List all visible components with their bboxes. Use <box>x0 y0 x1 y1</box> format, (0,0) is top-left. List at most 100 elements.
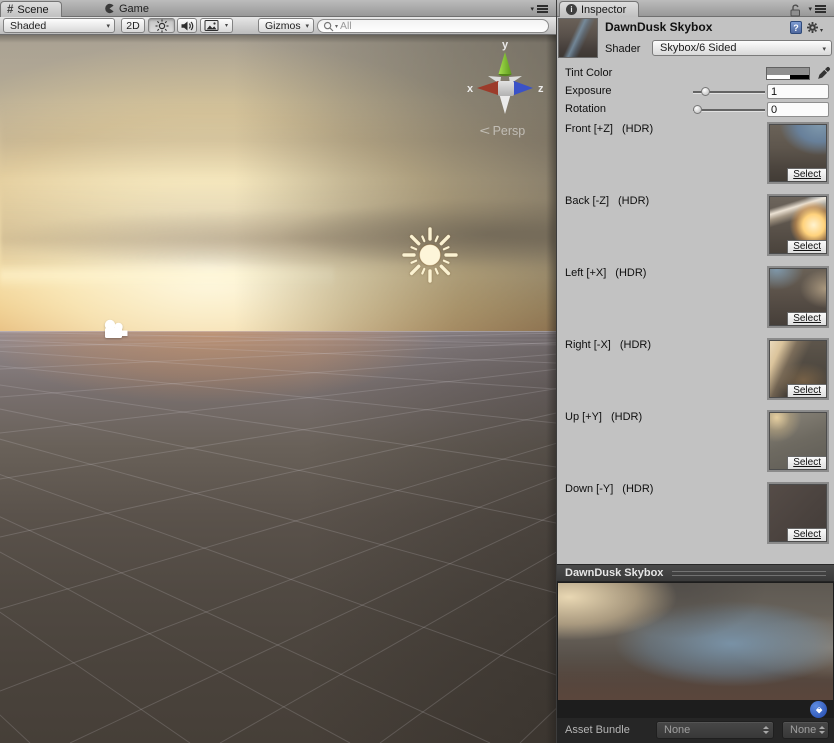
select-button[interactable]: Select <box>787 456 826 469</box>
slot-label: Up [+Y] <box>565 411 602 423</box>
hdr-tag: (HDR) <box>618 195 649 207</box>
chevron-down-icon: ▾ <box>822 45 826 53</box>
tab-scene-label: Scene <box>17 4 48 16</box>
hdr-tag: (HDR) <box>615 267 646 279</box>
projection-toggle[interactable]: < Persp <box>481 123 525 138</box>
hdr-tag: (HDR) <box>622 483 653 495</box>
axis-z-label: z <box>538 83 544 95</box>
select-button[interactable]: Select <box>787 528 826 541</box>
slider-knob[interactable] <box>701 87 710 96</box>
slider-knob[interactable] <box>693 105 702 114</box>
texture-field-down[interactable]: Select <box>767 482 829 544</box>
lock-icon[interactable] <box>788 3 802 22</box>
rotation-label: Rotation <box>565 103 606 115</box>
scene-grid-icon: # <box>7 4 13 16</box>
lighting-toggle[interactable] <box>148 18 175 33</box>
hamburger-menu-icon <box>815 5 826 13</box>
inspector-panel-menu[interactable]: ▾ <box>808 5 826 13</box>
rotation-field[interactable] <box>767 102 829 117</box>
rotation-row: Rotation <box>565 102 829 118</box>
gizmos-dropdown[interactable]: Gizmos ▾ <box>258 18 314 33</box>
asset-labels-button[interactable] <box>810 701 827 718</box>
material-preview-thumbnail[interactable] <box>558 18 598 58</box>
help-icon[interactable]: ? <box>790 21 802 34</box>
directional-light-gizmo[interactable] <box>402 227 458 283</box>
select-button[interactable]: Select <box>787 168 826 181</box>
hamburger-menu-icon <box>537 5 548 13</box>
chevron-down-icon: ▾ <box>820 27 823 34</box>
preview-drag-handle-icon[interactable] <box>672 571 826 576</box>
orientation-gizmo[interactable]: y x z <box>459 38 547 120</box>
hdr-tag: (HDR) <box>611 411 642 423</box>
hdr-tag: (HDR) <box>620 339 651 351</box>
select-button[interactable]: Select <box>787 240 826 253</box>
axis-z-cone[interactable] <box>514 81 533 95</box>
camera-gizmo[interactable] <box>100 317 132 343</box>
rotation-slider[interactable] <box>693 105 765 115</box>
eyedropper-icon[interactable] <box>816 65 832 81</box>
search-input[interactable] <box>340 20 541 32</box>
exposure-field[interactable] <box>767 84 829 99</box>
select-button[interactable]: Select <box>787 384 826 397</box>
render-mode-dropdown[interactable]: Shaded ▾ <box>3 18 115 33</box>
select-button[interactable]: Select <box>787 312 826 325</box>
asset-variant-value: None <box>790 724 816 736</box>
texture-slot-up: Up [+Y] (HDR) Select <box>565 409 829 475</box>
shader-label: Shader <box>605 43 640 55</box>
render-mode-label: Shaded <box>10 20 46 32</box>
image-icon <box>204 19 219 32</box>
tint-color-row: Tint Color <box>565 66 829 82</box>
texture-field-right[interactable]: Select <box>767 338 829 400</box>
shader-dropdown[interactable]: Skybox/6 Sided ▾ <box>652 40 832 56</box>
asset-bundle-value: None <box>664 724 760 736</box>
exposure-row: Exposure <box>565 84 829 100</box>
slot-label: Left [+X] <box>565 267 606 279</box>
slot-label: Front [+Z] <box>565 123 613 135</box>
shader-value: Skybox/6 Sided <box>660 42 736 54</box>
search-icon <box>323 21 334 32</box>
chevron-down-icon: ▾ <box>808 6 812 13</box>
effects-dropdown[interactable]: ▾ <box>221 18 233 33</box>
tint-color-label: Tint Color <box>565 67 612 79</box>
persp-label: Persp <box>493 124 526 138</box>
asset-bundle-dropdown[interactable]: None <box>656 721 774 739</box>
info-icon: i <box>566 4 577 15</box>
skybox-preview-image[interactable] <box>558 583 833 700</box>
effects-toggle[interactable] <box>200 18 222 33</box>
tint-color-swatch[interactable] <box>766 67 810 80</box>
texture-field-left[interactable]: Select <box>767 266 829 328</box>
exposure-slider[interactable] <box>693 87 765 97</box>
tab-inspector[interactable]: i Inspector <box>559 1 639 17</box>
settings-gear-button[interactable]: ▾ <box>806 21 823 34</box>
search-filter-arrow-icon[interactable]: ▾ <box>335 23 338 30</box>
texture-field-up[interactable]: Select <box>767 410 829 472</box>
scene-panel-menu[interactable]: ▾ <box>530 5 548 13</box>
texture-slot-right: Right [-X](HDR) Select <box>565 337 829 403</box>
viewport-top-shade <box>0 35 556 43</box>
speaker-icon <box>180 19 194 33</box>
updown-arrows-icon <box>819 726 825 734</box>
updown-arrows-icon <box>763 726 769 734</box>
preview-header[interactable]: DawnDusk Skybox <box>557 564 834 582</box>
tab-inspector-label: Inspector <box>581 4 626 16</box>
audio-toggle[interactable] <box>177 18 197 33</box>
texture-field-front[interactable]: Select <box>767 122 829 184</box>
axis-center-cube[interactable] <box>498 81 514 96</box>
asset-bundle-bar: Asset Bundle None None <box>557 718 834 743</box>
chevron-down-icon: ▾ <box>106 22 110 30</box>
axis-down-cone[interactable] <box>500 95 511 114</box>
scene-viewport[interactable]: y x z < Persp <box>0 35 556 743</box>
scene-toolbar: Shaded ▾ 2D <box>0 17 556 35</box>
chevron-down-icon: ▾ <box>530 6 534 13</box>
2d-toggle[interactable]: 2D <box>121 18 145 33</box>
gizmos-label: Gizmos <box>265 20 301 32</box>
texture-field-back[interactable]: Select <box>767 194 829 256</box>
axis-y-cone[interactable] <box>499 52 512 74</box>
tab-scene[interactable]: # Scene <box>0 1 62 17</box>
scene-panel: # Scene Game ▾ Shaded ▾ 2D <box>0 0 556 743</box>
axis-x-label: x <box>467 83 474 95</box>
axis-x-cone[interactable] <box>477 81 498 95</box>
asset-variant-dropdown[interactable]: None <box>782 721 829 739</box>
scene-search[interactable]: ▾ <box>317 19 549 33</box>
tab-game[interactable]: Game <box>98 1 155 16</box>
